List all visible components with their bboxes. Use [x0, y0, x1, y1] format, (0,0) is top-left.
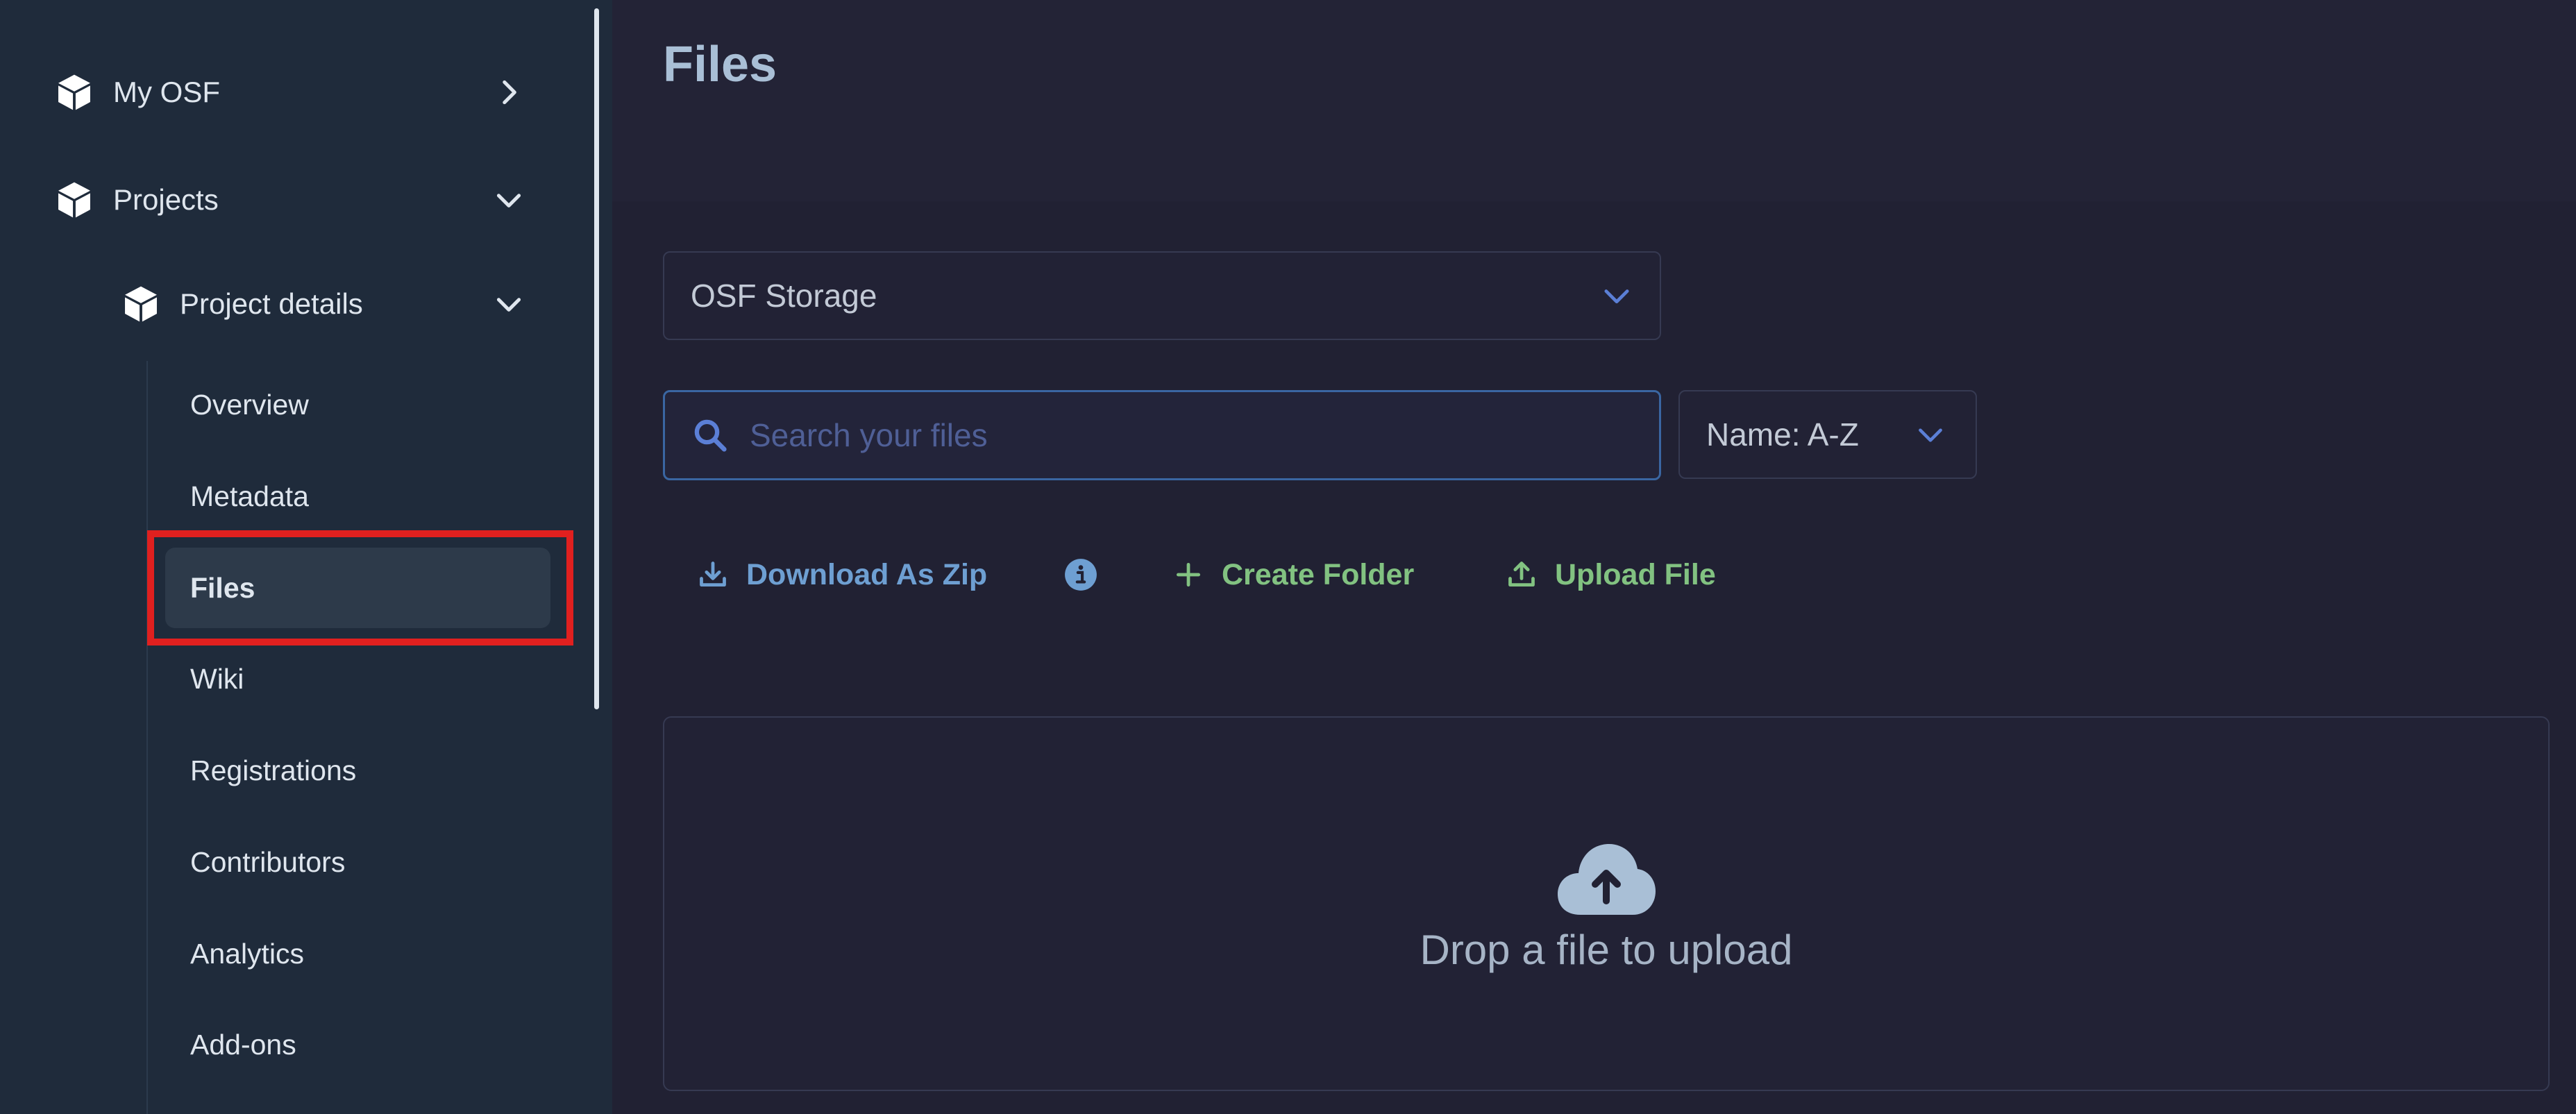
- page-title: Files: [663, 37, 777, 92]
- storage-select-value: OSF Storage: [691, 278, 877, 314]
- dropzone-text: Drop a file to upload: [1420, 927, 1793, 973]
- file-dropzone[interactable]: Drop a file to upload: [663, 716, 2550, 1091]
- sidebar-scrollbar[interactable]: [594, 8, 599, 709]
- search-box[interactable]: [663, 390, 1661, 480]
- cube-icon: [58, 182, 90, 218]
- sort-select[interactable]: Name: A-Z: [1678, 390, 1977, 479]
- sidebar-item-metadata[interactable]: Metadata: [165, 456, 550, 537]
- chevron-down-icon[interactable]: [491, 287, 526, 321]
- sidebar-item-label: My OSF: [113, 76, 220, 108]
- sidebar-item-projects[interactable]: Projects: [0, 162, 555, 238]
- upload-file-label: Upload File: [1555, 557, 1716, 591]
- cloud-upload-icon: [1558, 844, 1656, 915]
- sidebar-item-analytics[interactable]: Analytics: [165, 913, 550, 994]
- sidebar-item-my-osf[interactable]: My OSF: [0, 54, 555, 130]
- sidebar-item-files[interactable]: Files: [165, 548, 550, 628]
- sidebar-item-add-ons[interactable]: Add-ons: [165, 1004, 550, 1085]
- sidebar-item-registrations[interactable]: Registrations: [165, 730, 550, 811]
- upload-icon: [1508, 562, 1535, 587]
- sort-select-value: Name: A-Z: [1706, 416, 1859, 453]
- cube-icon: [58, 74, 90, 110]
- cube-icon: [125, 286, 157, 322]
- sidebar-item-contributors[interactable]: Contributors: [165, 822, 550, 902]
- search-input[interactable]: [748, 392, 1616, 478]
- storage-select[interactable]: OSF Storage: [663, 251, 1661, 340]
- page-header: [612, 0, 2576, 201]
- download-zip-button[interactable]: Download As Zip: [698, 548, 987, 601]
- download-zip-label: Download As Zip: [746, 557, 988, 591]
- info-button[interactable]: [1063, 548, 1098, 601]
- plus-icon: [1176, 562, 1201, 587]
- sidebar-item-project-details[interactable]: Project details: [0, 266, 555, 342]
- sidebar-item-overview[interactable]: Overview: [165, 364, 550, 445]
- create-folder-label: Create Folder: [1222, 557, 1415, 591]
- info-icon: [1065, 559, 1097, 591]
- create-folder-button[interactable]: Create Folder: [1173, 548, 1414, 601]
- sidebar-item-label: Project details: [180, 287, 363, 320]
- download-icon: [700, 562, 726, 587]
- chevron-down-icon[interactable]: [491, 183, 526, 217]
- upload-file-button[interactable]: Upload File: [1506, 548, 1716, 601]
- subnav-divider: [146, 361, 148, 1114]
- search-icon: [694, 419, 727, 452]
- sidebar-item-label: Projects: [113, 183, 219, 216]
- sidebar: My OSF Projects Project details Overview…: [0, 0, 612, 1114]
- chevron-right-icon[interactable]: [491, 75, 526, 110]
- sidebar-item-wiki[interactable]: Wiki: [165, 639, 550, 719]
- chevron-down-icon: [1919, 428, 1942, 442]
- chevron-down-icon: [1604, 289, 1629, 304]
